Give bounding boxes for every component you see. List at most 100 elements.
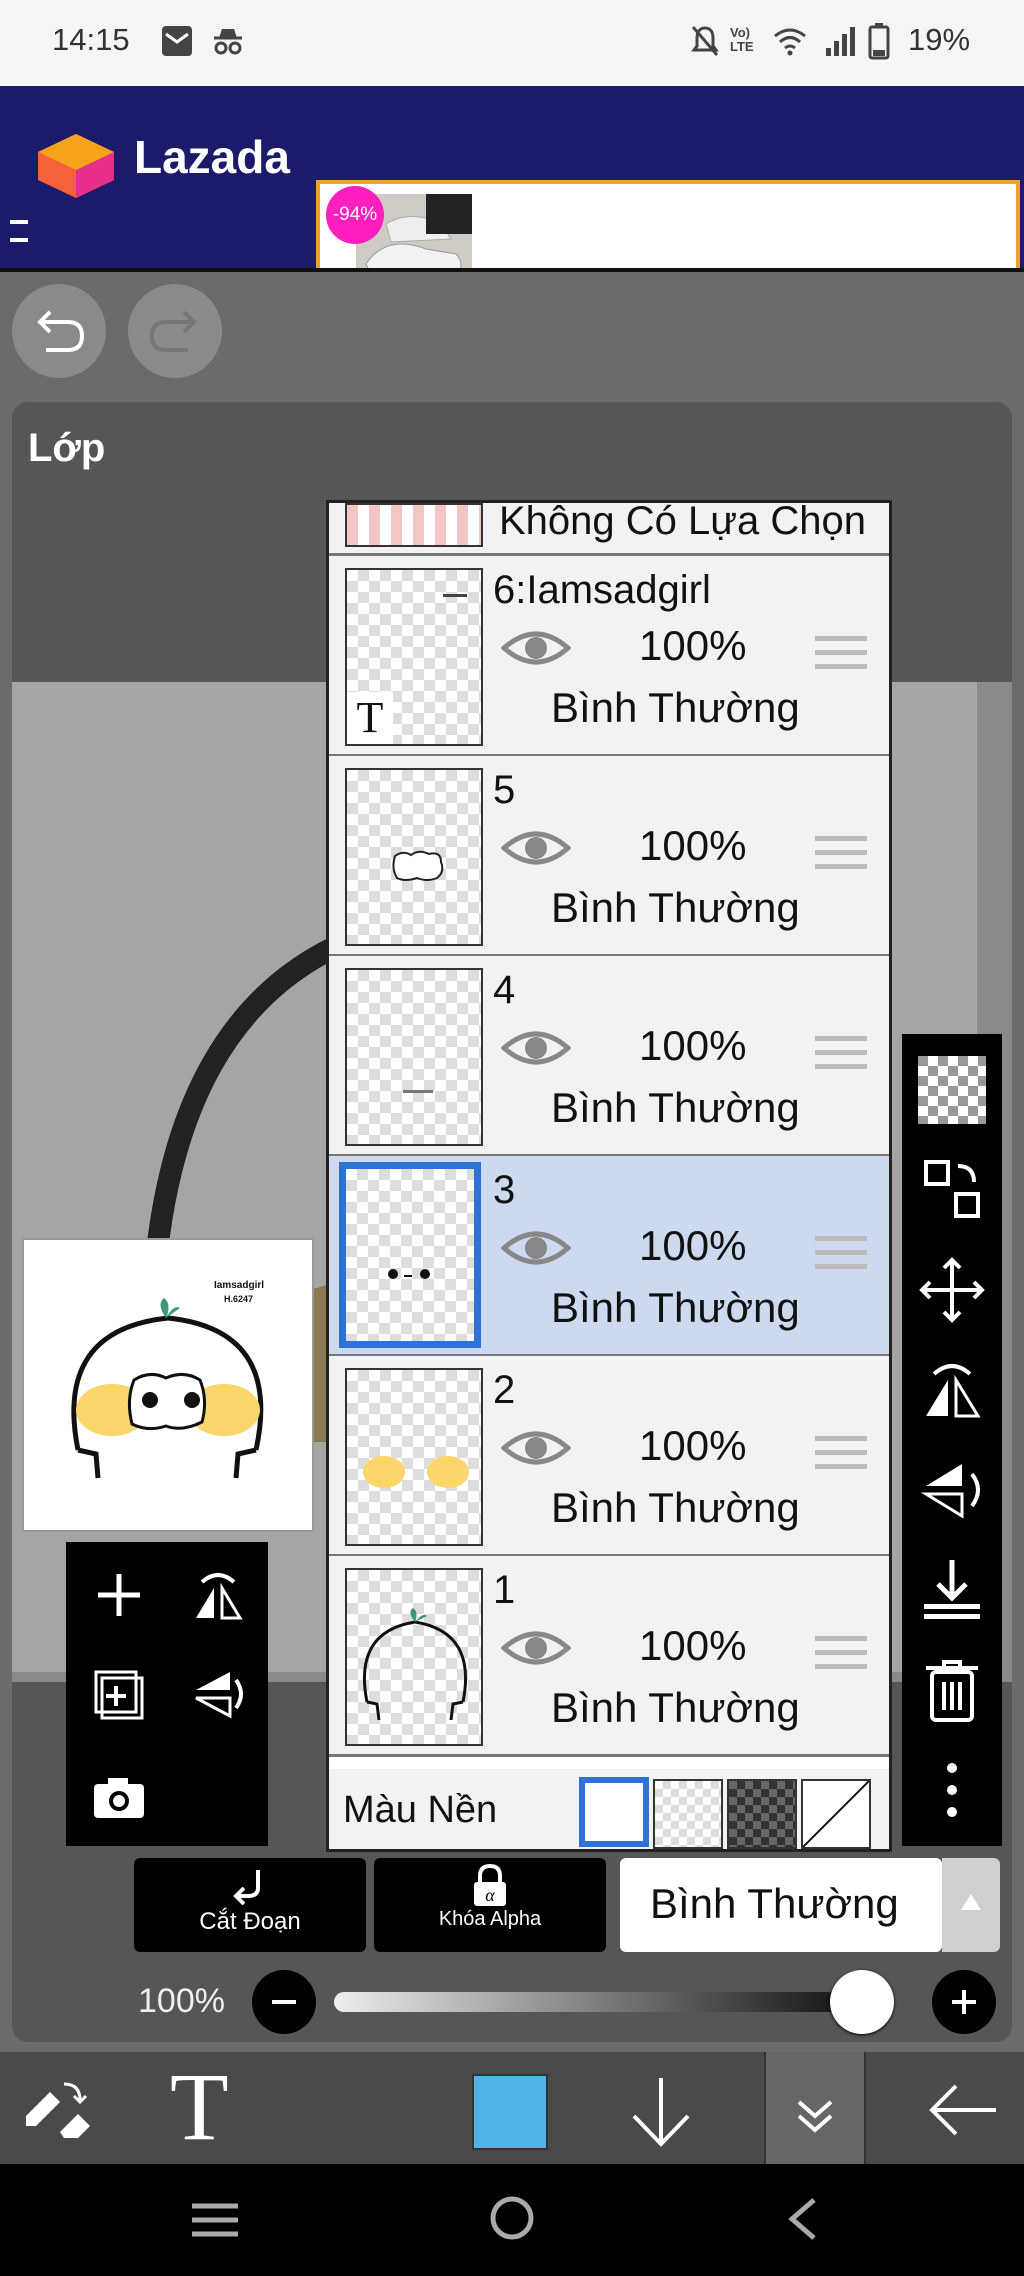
- layer-opacity: 100%: [639, 1222, 747, 1269]
- blend-mode-value: Bình Thường: [650, 1880, 899, 1927]
- bg-transparent-swatch[interactable]: [653, 1779, 723, 1849]
- delete-layer-icon[interactable]: [918, 1656, 986, 1724]
- layer-row-1[interactable]: 1 100% Bình Thường: [329, 1556, 889, 1757]
- home-icon[interactable]: [488, 2194, 536, 2242]
- layer-row-5[interactable]: 5 100% Bình Thường: [329, 756, 889, 957]
- opacity-slider-thumb[interactable]: [830, 1970, 894, 2034]
- layer-row-3[interactable]: 3 100% Bình Thường: [329, 1156, 889, 1357]
- visibility-eye-icon[interactable]: [501, 1226, 571, 1270]
- status-time: 14:15: [52, 22, 130, 57]
- text-layer-badge: T: [347, 692, 393, 744]
- bottom-app-bar: T: [0, 2052, 1024, 2164]
- layer-row-6[interactable]: T 6:Iamsadgirl 100% Bình Thường: [329, 556, 889, 757]
- mail-icon: [160, 24, 194, 58]
- layer-blend-mode[interactable]: Bình Thường: [551, 684, 800, 732]
- arrow-down-icon[interactable]: [628, 2074, 694, 2148]
- flip-vertical-icon[interactable]: [918, 1456, 986, 1524]
- layer-name: 6:Iamsadgirl: [493, 568, 711, 612]
- mute-icon: [690, 24, 720, 58]
- ad-brand: Lazada: [134, 131, 290, 183]
- wifi-icon: [772, 24, 808, 56]
- drag-handle-icon[interactable]: [815, 1634, 867, 1672]
- discount-badge: -94%: [326, 186, 384, 244]
- undo-button[interactable]: [12, 284, 106, 378]
- opacity-minus-button[interactable]: [252, 1970, 316, 2034]
- layer-blend-mode[interactable]: Bình Thường: [551, 1684, 800, 1732]
- signal-icon: [824, 24, 856, 58]
- camera-icon[interactable]: [92, 1774, 146, 1820]
- visibility-eye-icon[interactable]: [501, 1026, 571, 1070]
- battery-icon: [868, 22, 890, 60]
- visibility-eye-icon[interactable]: [501, 1626, 571, 1670]
- current-color-swatch[interactable]: [472, 2074, 548, 2150]
- opacity-row: 100%: [0, 1960, 1024, 2044]
- drag-handle-icon[interactable]: [815, 1234, 867, 1272]
- flip-vertical-small-icon[interactable]: [190, 1666, 246, 1722]
- transform-tool-icon[interactable]: [20, 2076, 96, 2144]
- redo-button[interactable]: [128, 284, 222, 378]
- transparency-icon[interactable]: [918, 1056, 986, 1124]
- layer-blend-mode[interactable]: Bình Thường: [551, 1484, 800, 1532]
- layer-blend-mode[interactable]: Bình Thường: [551, 1284, 800, 1332]
- visibility-eye-icon[interactable]: [501, 826, 571, 870]
- incognito-icon: [210, 26, 246, 56]
- drag-handle-icon[interactable]: [815, 1434, 867, 1472]
- layer-name: 1: [493, 1568, 516, 1612]
- ad-banner[interactable]: Lazada -94%: [0, 86, 1024, 330]
- add-layer-icon[interactable]: [94, 1570, 144, 1620]
- history-toolbar: [0, 272, 1024, 392]
- visibility-eye-icon[interactable]: [501, 626, 571, 670]
- layer-list[interactable]: Không Có Lựa Chọn T 6:Iamsadgirl 100% Bì…: [326, 500, 892, 1852]
- drag-handle-icon[interactable]: [815, 1034, 867, 1072]
- layer-blend-mode[interactable]: Bình Thường: [551, 1084, 800, 1132]
- ad-menu-icon[interactable]: [10, 220, 28, 242]
- layer-name: 4: [493, 968, 516, 1012]
- visibility-eye-icon[interactable]: [501, 1426, 571, 1470]
- drag-handle-icon[interactable]: [815, 634, 867, 672]
- layer-name: 3: [493, 1168, 516, 1212]
- nav-back-icon[interactable]: [786, 2196, 818, 2242]
- selection-thumbnail: [345, 503, 483, 547]
- layers-panel-button[interactable]: [764, 2052, 866, 2164]
- svg-text:α: α: [485, 1885, 495, 1905]
- layer-row-2[interactable]: 2 100% Bình Thường: [329, 1356, 889, 1557]
- merge-down-icon[interactable]: [918, 1556, 986, 1624]
- blend-mode-select[interactable]: Bình Thường: [620, 1858, 942, 1952]
- recents-icon[interactable]: [190, 2200, 240, 2240]
- clipping-button[interactable]: Cắt Đoạn: [134, 1858, 366, 1952]
- copy-transform-icon[interactable]: [918, 1156, 986, 1224]
- layer-thumbnail: [345, 968, 483, 1146]
- rotate-flip-icon[interactable]: [190, 1568, 246, 1624]
- canvas-preview: Iamsadgirl H.6247: [22, 1238, 314, 1532]
- battery-percent: 19%: [908, 22, 971, 57]
- status-bar: 14:15 Vo) LTE 19%: [0, 0, 1024, 86]
- more-options-icon[interactable]: [918, 1756, 986, 1824]
- opacity-slider-track[interactable]: [334, 1992, 894, 2012]
- layer-opacity: 100%: [639, 822, 747, 869]
- opacity-plus-button[interactable]: [932, 1970, 996, 2034]
- layer-blend-mode[interactable]: Bình Thường: [551, 884, 800, 932]
- bg-white-swatch[interactable]: [579, 1777, 649, 1847]
- back-arrow-icon[interactable]: [926, 2082, 1000, 2138]
- preview-caption: Iamsadgirl: [214, 1280, 265, 1291]
- alpha-lock-button[interactable]: α Khóa Alpha: [374, 1858, 606, 1952]
- blend-mode-dropdown-icon[interactable]: [942, 1858, 1000, 1952]
- flip-horizontal-icon[interactable]: [918, 1356, 986, 1424]
- drag-handle-icon[interactable]: [815, 834, 867, 872]
- bg-dark-swatch[interactable]: [727, 1779, 797, 1849]
- volte-icon: Vo) LTE: [730, 25, 754, 54]
- preview-caption-2: H.6247: [224, 1294, 254, 1304]
- opacity-label: 100%: [138, 1982, 225, 2020]
- text-tool-icon[interactable]: T: [170, 2059, 229, 2155]
- no-selection-row[interactable]: Không Có Lựa Chọn: [329, 503, 889, 556]
- layer-name: 2: [493, 1368, 516, 1412]
- layer-tools-toolbar: [902, 1034, 1002, 1846]
- move-icon[interactable]: [918, 1256, 986, 1324]
- layer-thumbnail: [345, 1568, 483, 1746]
- layer-thumbnail: [345, 768, 483, 946]
- bg-none-swatch[interactable]: [801, 1779, 871, 1849]
- clipping-label: Cắt Đoạn: [199, 1908, 301, 1935]
- duplicate-layer-icon[interactable]: [92, 1668, 144, 1720]
- background-color-row: Màu Nền: [329, 1769, 889, 1849]
- layer-row-4[interactable]: 4 100% Bình Thường: [329, 956, 889, 1157]
